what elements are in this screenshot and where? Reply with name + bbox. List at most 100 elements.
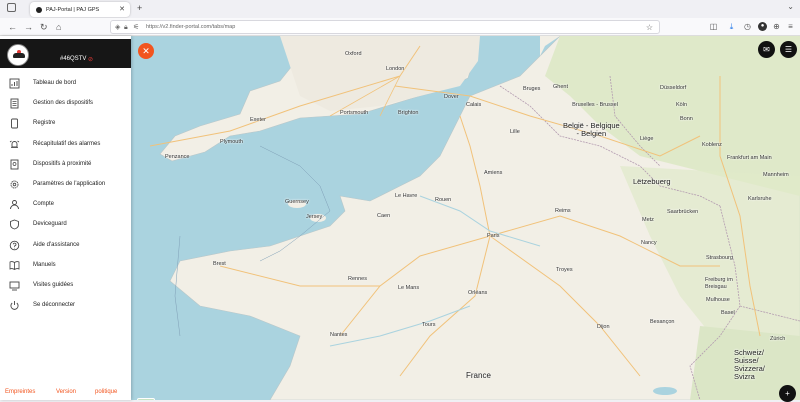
sidebar-item-manuals[interactable]: Manuels — [0, 255, 131, 275]
city-label: Bonn — [680, 116, 693, 122]
tab-overview-icon[interactable] — [7, 3, 16, 12]
home-icon[interactable]: ⌂ — [56, 21, 61, 33]
sidebar-item-label: Paramètres de l'application — [33, 181, 106, 188]
policy-link[interactable]: politique — [95, 389, 117, 395]
city-label: Troyes — [556, 267, 573, 273]
sidebar-menu: Tableau de bord Gestion des dispositifs … — [0, 73, 131, 315]
sidebar-header: #46QSTV ⊘ — [0, 39, 131, 68]
imprint-link[interactable]: Empreintes — [5, 389, 35, 395]
city-label: Ghent — [553, 84, 568, 90]
register-icon — [11, 118, 18, 129]
city-label: Le Mans — [398, 285, 420, 291]
city-label: Rouen — [435, 197, 452, 203]
browser-window: PAJ-Portal | PAJ GPS ✕ + ⌄ ← → ↻ ⌂ ◈ 🔒︎ … — [0, 0, 800, 402]
chevron-down-icon[interactable]: ⌄ — [787, 2, 794, 11]
city-label: Brighton — [398, 110, 419, 116]
sidebar-item-tours[interactable]: Visites guidées — [0, 275, 131, 295]
sidebar-item-deviceguard[interactable]: Deviceguard — [0, 214, 131, 234]
sidebar-item-register[interactable]: Registre — [0, 113, 131, 133]
close-sidebar-button[interactable]: ✕ — [138, 43, 154, 59]
shield-icon — [10, 219, 19, 230]
country-label: Lëtzebuerg — [633, 177, 671, 186]
lock-icon[interactable]: 🔒︎ — [124, 22, 128, 34]
back-icon[interactable]: ← — [8, 21, 17, 33]
city-label: Jersey — [306, 214, 323, 220]
city-label: Freiburg im Breisgau — [705, 277, 733, 290]
version-link[interactable]: Version — [56, 389, 76, 395]
device-avatar[interactable] — [7, 44, 29, 66]
menu-icon[interactable]: ≡ — [786, 22, 795, 31]
url-bar[interactable]: ◈ 🔒︎ ⚟ https://v2.finder-portal.com/tabs… — [110, 20, 660, 34]
download-icon[interactable]: ⤓ — [727, 22, 736, 31]
city-label: Bruxelles - Brussel — [572, 102, 618, 108]
city-label: Köln — [676, 102, 688, 108]
sidebar-item-alarms[interactable]: Récapitulatif des alarmes — [0, 134, 131, 154]
favicon-icon — [36, 6, 42, 13]
city-label: Koblenz — [702, 142, 722, 148]
city-label: Tours — [422, 322, 436, 328]
permissions-icon[interactable]: ⚟ — [133, 22, 139, 34]
country-label: België - Belgique - Belgien — [563, 121, 620, 138]
city-label: Mulhouse — [706, 297, 730, 303]
navigation-bar: ← → ↻ ⌂ ◈ 🔒︎ ⚟ https://v2.finder-portal.… — [0, 18, 800, 36]
shield-icon[interactable]: ◈ — [115, 22, 120, 34]
city-label: Brest — [213, 261, 226, 267]
sidebar-item-nearby[interactable]: Dispositifs à proximité — [0, 154, 131, 174]
zoom-in-button[interactable]: + — [779, 385, 796, 402]
city-label: Portsmouth — [340, 110, 369, 116]
new-tab-button[interactable]: + — [137, 3, 142, 13]
mail-icon[interactable]: ✉ — [758, 41, 775, 58]
sidebar-item-dashboard[interactable]: Tableau de bord — [0, 73, 131, 93]
sidebar-item-label: Manuels — [33, 261, 56, 268]
city-label: Düsseldorf — [660, 85, 687, 91]
bookmark-star-icon[interactable]: ☆ — [646, 22, 653, 34]
pocket-icon[interactable]: ◫ — [709, 22, 718, 31]
account-icon[interactable]: ● — [758, 22, 767, 31]
city-label: Nancy — [641, 240, 657, 246]
history-icon[interactable]: ◷ — [743, 22, 752, 31]
device-name: #46QSTV — [60, 56, 87, 62]
extensions-icon[interactable]: ⊕ — [772, 22, 781, 31]
gear-icon — [10, 180, 19, 189]
sidebar-item-help[interactable]: Aide d'assistance — [0, 235, 131, 255]
city-label: Exeter — [250, 117, 266, 123]
sidebar-item-account[interactable]: Compte — [0, 194, 131, 214]
dashboard-icon — [9, 78, 20, 89]
tab-close-icon[interactable]: ✕ — [119, 5, 125, 13]
city-label: Bruges — [523, 86, 541, 92]
tab-strip: PAJ-Portal | PAJ GPS ✕ + ⌄ — [0, 0, 800, 18]
city-label: Strasbourg — [706, 255, 733, 261]
sidebar-item-label: Dispositifs à proximité — [33, 160, 92, 167]
tour-icon — [9, 281, 20, 291]
city-label: Mannheim — [763, 172, 789, 178]
city-label: Penzance — [165, 154, 190, 160]
url-text: https://v2.finder-portal.com/tabs/map — [146, 24, 236, 30]
city-label: Plymouth — [220, 139, 243, 145]
city-label: Liège — [640, 136, 654, 142]
sidebar-item-label: Visites guidées — [33, 281, 74, 288]
sidebar-item-label: Tableau de bord — [33, 80, 77, 87]
sidebar-item-label: Gestion des dispositifs — [33, 100, 94, 107]
city-label: Calais — [466, 102, 482, 108]
country-label: Schweiz/ Suisse/ Svizzera/ Svizra — [734, 348, 765, 381]
tab-paj-portal[interactable]: PAJ-Portal | PAJ GPS ✕ — [30, 2, 130, 17]
city-label: Amiens — [484, 170, 503, 176]
city-label: Reims — [555, 208, 571, 214]
city-label: Oxford — [345, 51, 362, 57]
city-label: London — [386, 66, 405, 72]
city-label: Paris — [487, 233, 500, 239]
sidebar-item-label: Se déconnecter — [33, 302, 76, 309]
list-menu-icon[interactable]: ☰ — [780, 41, 797, 58]
sidebar-item-device-management[interactable]: Gestion des dispositifs — [0, 93, 131, 113]
forward-icon[interactable]: → — [24, 21, 33, 33]
city-label: Dijon — [597, 324, 610, 330]
reload-icon[interactable]: ↻ — [40, 21, 48, 33]
sidebar-item-label: Aide d'assistance — [33, 241, 80, 248]
alarm-icon — [9, 140, 20, 148]
sidebar-item-label: Compte — [33, 201, 55, 208]
tab-title: PAJ-Portal | PAJ GPS — [46, 6, 100, 13]
sidebar-item-logout[interactable]: Se déconnecter — [0, 295, 131, 315]
sidebar-item-settings[interactable]: Paramètres de l'application — [0, 174, 131, 194]
city-label: Le Havre — [395, 193, 418, 199]
city-label: Lille — [510, 129, 520, 135]
